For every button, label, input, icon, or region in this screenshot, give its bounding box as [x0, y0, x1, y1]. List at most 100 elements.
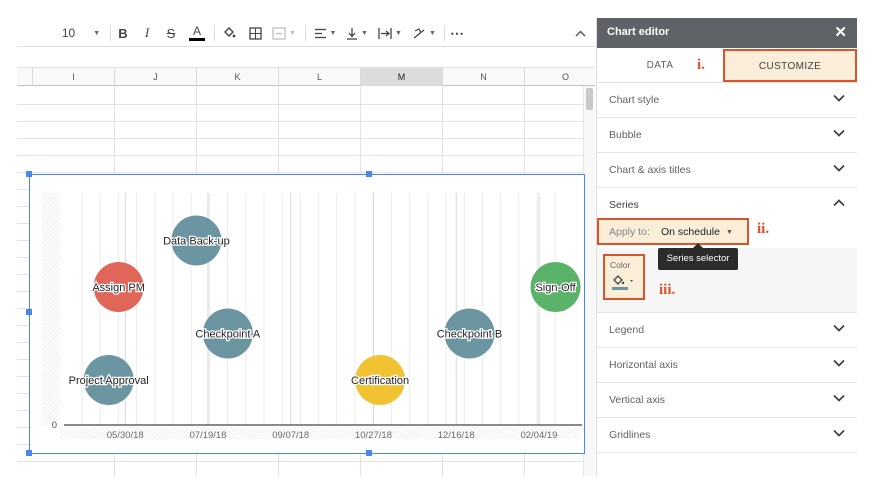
collapse-toolbar-button[interactable] [571, 22, 589, 44]
chevron-down-icon: ▼ [395, 29, 402, 37]
strikethrough-icon: S [166, 25, 176, 41]
apply-to-value: On schedule [661, 226, 720, 238]
fill-color-button[interactable] [220, 22, 238, 44]
section-vertical-axis[interactable]: Vertical axis [597, 383, 857, 418]
paint-bucket-icon [224, 27, 236, 38]
column-headers: IJKLMNO [17, 68, 595, 86]
chevron-down-icon [833, 429, 845, 437]
close-icon[interactable]: ✕ [834, 23, 847, 41]
resize-handle[interactable] [26, 171, 32, 177]
chart-editor-panel: Chart editor ✕ DATA i. CUSTOMIZE Chart s… [596, 18, 857, 476]
x-tick-label: 09/07/18 [272, 430, 309, 441]
row-gridline [17, 104, 583, 105]
tab-customize[interactable]: CUSTOMIZE [723, 49, 857, 82]
x-tick-label: 10/27/18 [355, 430, 392, 441]
strikethrough-button[interactable]: S [163, 22, 179, 44]
x-tick-label: 05/30/18 [107, 430, 144, 441]
column-header-m[interactable]: M [361, 68, 443, 86]
resize-handle[interactable] [366, 171, 372, 177]
borders-icon [248, 26, 262, 40]
bubble-chart[interactable]: 05/30/18 07/19/18 09/07/18 10/27/18 12/16/18… [26, 171, 585, 456]
chart-editor-header: Chart editor ✕ [597, 18, 857, 48]
font-size-value: 10 [61, 26, 76, 40]
more-options-button[interactable]: ⋯ [448, 22, 466, 44]
section-label: Vertical axis [609, 394, 666, 406]
section-label: Gridlines [609, 429, 651, 441]
resize-handle[interactable] [26, 309, 32, 315]
chevron-down-icon [833, 359, 845, 367]
select-all-corner[interactable] [17, 68, 33, 86]
apply-to-label: Apply to: [609, 226, 650, 238]
bubble-label: Checkpoint A [195, 329, 260, 341]
column-header-n[interactable]: N [443, 68, 525, 86]
section-label: Series [609, 199, 639, 211]
chevron-down-icon: ▼ [289, 29, 296, 37]
chevron-up-icon [833, 199, 845, 207]
bold-button[interactable]: B [115, 22, 131, 44]
bubble-label: Project Approval [69, 375, 149, 387]
section-bubble[interactable]: Bubble [597, 118, 857, 153]
series-selector-dropdown[interactable]: Apply to: On schedule ▼ [597, 218, 749, 245]
chevron-down-icon [833, 129, 845, 137]
chevron-down-icon [833, 324, 845, 332]
column-header-j[interactable]: J [115, 68, 197, 86]
text-wrap-icon [378, 27, 392, 39]
chevron-down-icon: ▼ [93, 29, 101, 37]
vertical-align-button[interactable]: ▼ [343, 22, 371, 44]
column-header-o[interactable]: O [525, 68, 595, 86]
series-color-picker[interactable]: Color [603, 254, 645, 300]
chevron-down-icon: ▼ [361, 29, 368, 37]
align-bottom-icon [347, 27, 358, 40]
section-chart-axis-titles[interactable]: Chart & axis titles [597, 153, 857, 188]
text-wrapping-button[interactable]: ▼ [376, 22, 404, 44]
scrollbar-thumb[interactable] [586, 88, 593, 110]
annotation-marker-iii: iii. [659, 282, 676, 298]
borders-button[interactable] [246, 22, 264, 44]
chevron-down-icon [833, 94, 845, 102]
column-header-i[interactable]: I [33, 68, 115, 86]
toolbar-divider [444, 25, 445, 41]
text-rotation-icon [413, 27, 425, 39]
italic-button[interactable]: I [139, 22, 155, 44]
resize-handle[interactable] [26, 450, 32, 456]
color-label: Color [610, 260, 631, 270]
section-label: Chart style [609, 94, 660, 106]
bold-icon: B [118, 25, 128, 41]
section-chart-style[interactable]: Chart style [597, 83, 857, 118]
fill-color-icon [612, 275, 633, 290]
merge-cells-button[interactable]: ▼ [271, 22, 297, 44]
section-legend[interactable]: Legend [597, 313, 857, 348]
section-label: Chart & axis titles [609, 164, 691, 176]
section-label: Bubble [609, 129, 642, 141]
section-horizontal-axis[interactable]: Horizontal axis [597, 348, 857, 383]
x-tick-label: 02/04/19 [520, 430, 557, 441]
horizontal-align-button[interactable]: ▼ [311, 22, 339, 44]
row-gridline [17, 121, 583, 122]
bubble-label: Data Back-up [163, 236, 230, 248]
align-left-icon [314, 28, 326, 38]
text-color-icon: A [192, 24, 201, 38]
chart-editor-tabs: DATA i. CUSTOMIZE [597, 48, 857, 83]
bubble-label: Checkpoint B [437, 329, 502, 341]
chevron-down-icon: ▼ [329, 29, 337, 37]
toolbar-divider [214, 25, 215, 41]
bubble-label: Certification [351, 375, 409, 387]
formula-bar[interactable] [17, 48, 595, 68]
text-color-button[interactable]: A [187, 22, 207, 44]
section-gridlines[interactable]: Gridlines [597, 418, 857, 453]
bubble-label: Sign-Off [535, 282, 576, 294]
bubble-label: Assign PM [92, 282, 145, 294]
column-header-l[interactable]: L [279, 68, 361, 86]
section-series[interactable]: Series [597, 188, 857, 218]
column-header-k[interactable]: K [197, 68, 279, 86]
spreadsheet-area: 10 ▼ B I S A ▼ ▼ ▼ ▼ ▼ ⋯ I J K L M N O 0… [17, 18, 595, 476]
text-color-swatch [189, 38, 205, 41]
resize-handle[interactable] [366, 450, 372, 456]
text-rotation-button[interactable]: ▼ [409, 22, 439, 44]
chart-hatch-band [42, 193, 60, 425]
section-label: Legend [609, 324, 645, 336]
row-gridline [17, 138, 583, 139]
chart-canvas: 05/30/18 07/19/18 09/07/18 10/27/18 12/16/18… [42, 193, 582, 441]
x-tick-label: 07/19/18 [189, 430, 226, 441]
font-size-dropdown[interactable]: 10 ▼ [57, 22, 105, 44]
